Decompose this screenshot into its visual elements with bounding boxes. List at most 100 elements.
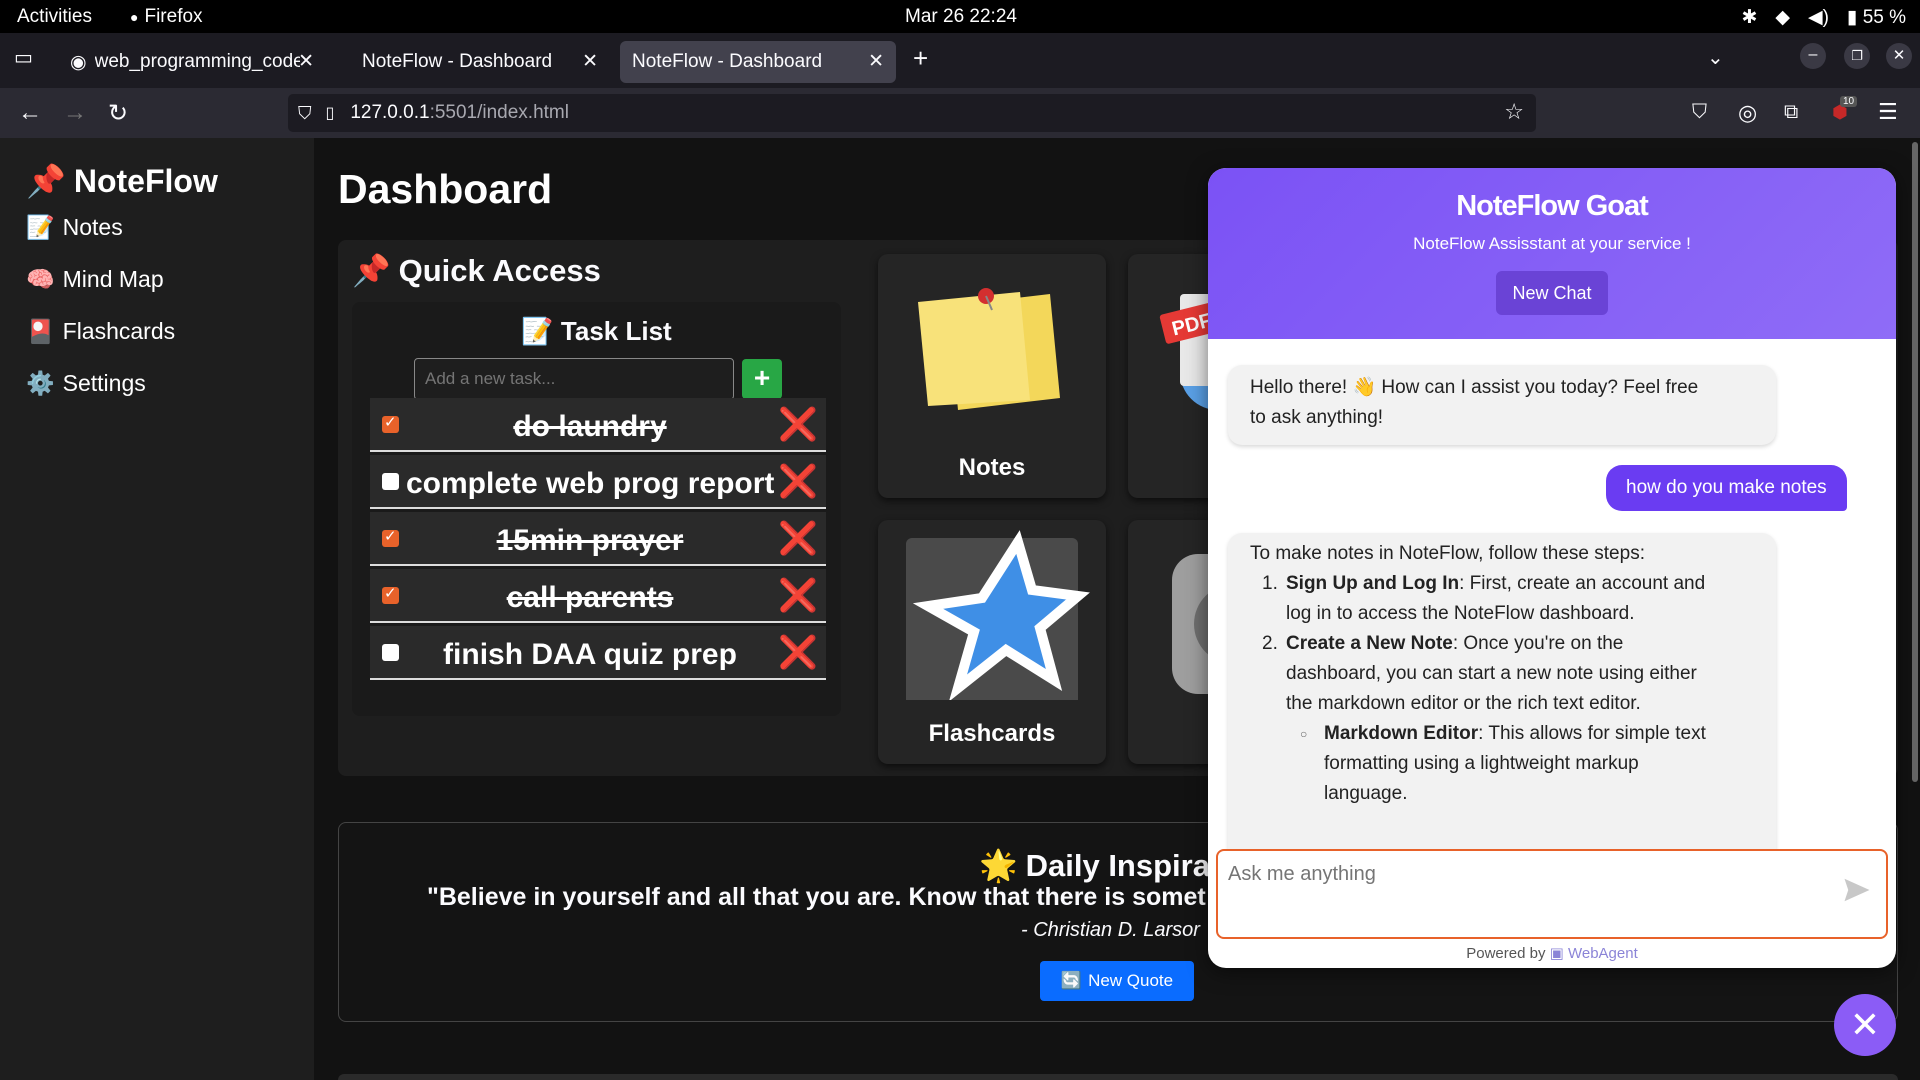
new-tab-icon[interactable]: + xyxy=(913,43,928,74)
brand[interactable]: 📌 NoteFlow xyxy=(26,162,218,200)
inspiration-title: 🌟 Daily Inspirat xyxy=(979,847,1220,884)
pocket-icon[interactable]: ⛉ xyxy=(1692,101,1707,124)
system-tray[interactable]: ✱ ◆ ◀) ▮ 55 % xyxy=(1741,6,1906,29)
task-checkbox[interactable] xyxy=(382,584,399,604)
restore-icon[interactable]: ❐ xyxy=(1844,43,1870,69)
extensions-icon[interactable]: ⧉ xyxy=(1784,101,1798,124)
tab-noteflow-1[interactable]: NoteFlow - Dashboard ✕ xyxy=(338,41,610,83)
new-task-input[interactable] xyxy=(414,358,734,400)
task-text: do laundry xyxy=(513,410,667,443)
delete-task-icon[interactable]: ❌ xyxy=(778,519,818,557)
task-text: 15min prayer xyxy=(496,524,684,557)
powered-prefix: Powered by xyxy=(1466,945,1546,962)
add-task-button[interactable]: + xyxy=(742,359,782,399)
bot-subtitle: NoteFlow Assisstant at your service ! xyxy=(1413,234,1691,253)
minimize-icon[interactable]: – xyxy=(1800,43,1826,69)
task-text: complete web prog report xyxy=(406,467,775,500)
task-row: finish DAA quiz prep ❌ xyxy=(370,626,826,680)
tab-noteflow-active[interactable]: NoteFlow - Dashboard ✕ xyxy=(620,41,896,83)
powered-by: Powered by ▣ WebAgent xyxy=(1208,944,1896,962)
accessibility-icon[interactable]: ✱ xyxy=(1741,6,1757,29)
sidebar-item-label: Notes xyxy=(62,214,123,240)
tab-overview-icon[interactable]: ▭ xyxy=(14,45,33,70)
reload-icon[interactable]: ↻ xyxy=(108,99,128,128)
task-checkbox[interactable] xyxy=(382,413,399,433)
step-text: the markdown editor or the rich text edi… xyxy=(1286,693,1641,714)
account-icon[interactable]: ◎ xyxy=(1738,100,1757,126)
sidebar-item-label: Mind Map xyxy=(62,266,164,292)
shield-icon[interactable]: ⛉ xyxy=(298,103,312,124)
task-list-label: Task List xyxy=(560,316,672,346)
activities-button[interactable]: Activities xyxy=(17,6,92,28)
delete-task-icon[interactable]: ❌ xyxy=(778,405,818,443)
wifi-icon: ◆ xyxy=(1775,7,1790,28)
firefox-icon: ● xyxy=(130,9,139,25)
page-icon: ▯ xyxy=(325,105,335,122)
chat-messages: Hello there! 👋 How can I assist you toda… xyxy=(1208,339,1896,867)
notes-card[interactable]: Notes xyxy=(878,254,1106,498)
star-icon: 🌟 xyxy=(979,848,1018,883)
quick-access-label: Quick Access xyxy=(398,252,601,288)
github-icon: ◉ xyxy=(70,51,87,73)
sticky-notes-icon xyxy=(918,288,1060,410)
pin-icon: 📌 xyxy=(26,163,66,199)
app-menu[interactable]: ● Firefox xyxy=(130,6,203,28)
page-title: Dashboard xyxy=(338,166,553,212)
chat-input-box[interactable] xyxy=(1216,849,1888,939)
send-icon[interactable] xyxy=(1842,875,1872,905)
chat-input[interactable] xyxy=(1228,863,1788,886)
app-name: Firefox xyxy=(144,6,203,27)
back-icon[interactable]: ← xyxy=(18,99,42,127)
sub-text: language. xyxy=(1324,783,1408,804)
bot-message: Hello there! 👋 How can I assist you toda… xyxy=(1228,365,1776,445)
step-number: 2. xyxy=(1262,633,1278,654)
chat-widget: NoteFlow Goat NoteFlow Assisstant at you… xyxy=(1208,168,1896,968)
delete-task-icon[interactable]: ❌ xyxy=(778,576,818,614)
list-tabs-icon[interactable]: ⌄ xyxy=(1707,45,1724,70)
bot-message: To make notes in NoteFlow, follow these … xyxy=(1228,533,1776,867)
sidebar-item-mind-map[interactable]: 🧠 Mind Map xyxy=(26,266,164,293)
quote-author: - Christian D. Larsor xyxy=(1021,919,1200,941)
task-list: 📝 Task List + do laundry ❌ complete web … xyxy=(352,302,841,716)
tab-github[interactable]: ◉ web_programming_code ✕ xyxy=(58,41,326,83)
battery-level: 55 % xyxy=(1862,7,1906,28)
star-app-icon xyxy=(906,530,1090,700)
new-quote-label: New Quote xyxy=(1088,971,1174,990)
step-text: : First, create an account and xyxy=(1459,573,1706,594)
close-tab-icon[interactable]: ✕ xyxy=(582,50,598,73)
clock[interactable]: Mar 26 22:24 xyxy=(905,6,1017,28)
message-line: Hello there! 👋 How can I assist you toda… xyxy=(1250,377,1699,398)
card-label: Flashcards xyxy=(928,720,1056,747)
memo-icon: 📝 xyxy=(521,316,554,346)
message-line: To make notes in NoteFlow, follow these … xyxy=(1250,543,1645,564)
bookmark-star-icon[interactable]: ☆ xyxy=(1504,99,1524,125)
message-line: to ask anything! xyxy=(1250,407,1384,428)
menu-icon[interactable]: ☰ xyxy=(1878,99,1898,125)
sidebar-item-notes[interactable]: 📝 Notes xyxy=(26,214,123,241)
close-chat-button[interactable]: ✕ xyxy=(1834,994,1896,1056)
tab-label: web_programming_code xyxy=(94,51,300,72)
powered-brand[interactable]: WebAgent xyxy=(1568,945,1638,962)
task-checkbox[interactable] xyxy=(382,527,399,547)
task-row: call parents ❌ xyxy=(370,569,826,623)
flashcards-card[interactable]: Flashcards xyxy=(878,520,1106,764)
new-quote-button[interactable]: 🔄 New Quote xyxy=(1040,961,1194,1001)
delete-task-icon[interactable]: ❌ xyxy=(778,633,818,671)
task-row: do laundry ❌ xyxy=(370,398,826,452)
url-bar[interactable]: ⛉ ▯ 127.0.0.1:5501/index.html ☆ xyxy=(288,94,1536,132)
close-window-icon[interactable]: ✕ xyxy=(1886,43,1912,69)
sidebar-item-flashcards[interactable]: 🎴 Flashcards xyxy=(26,318,175,345)
close-tab-icon[interactable]: ✕ xyxy=(868,50,884,73)
close-tab-icon[interactable]: ✕ xyxy=(298,50,314,73)
card-icon: 🎴 xyxy=(26,318,55,344)
delete-task-icon[interactable]: ❌ xyxy=(778,462,818,500)
task-text: call parents xyxy=(506,581,674,614)
step-title: Sign Up and Log In xyxy=(1286,573,1460,594)
task-checkbox[interactable] xyxy=(382,473,399,490)
new-chat-button[interactable]: New Chat xyxy=(1496,271,1608,315)
navigation-toolbar: ← → ↻ ⛉ ▯ 127.0.0.1:5501/index.html ☆ ⛉ … xyxy=(0,88,1920,138)
sidebar-item-settings[interactable]: ⚙️ Settings xyxy=(26,370,146,397)
task-checkbox[interactable] xyxy=(382,644,399,661)
page-scrollbar[interactable] xyxy=(1912,142,1918,782)
forward-icon[interactable]: → xyxy=(63,99,87,127)
